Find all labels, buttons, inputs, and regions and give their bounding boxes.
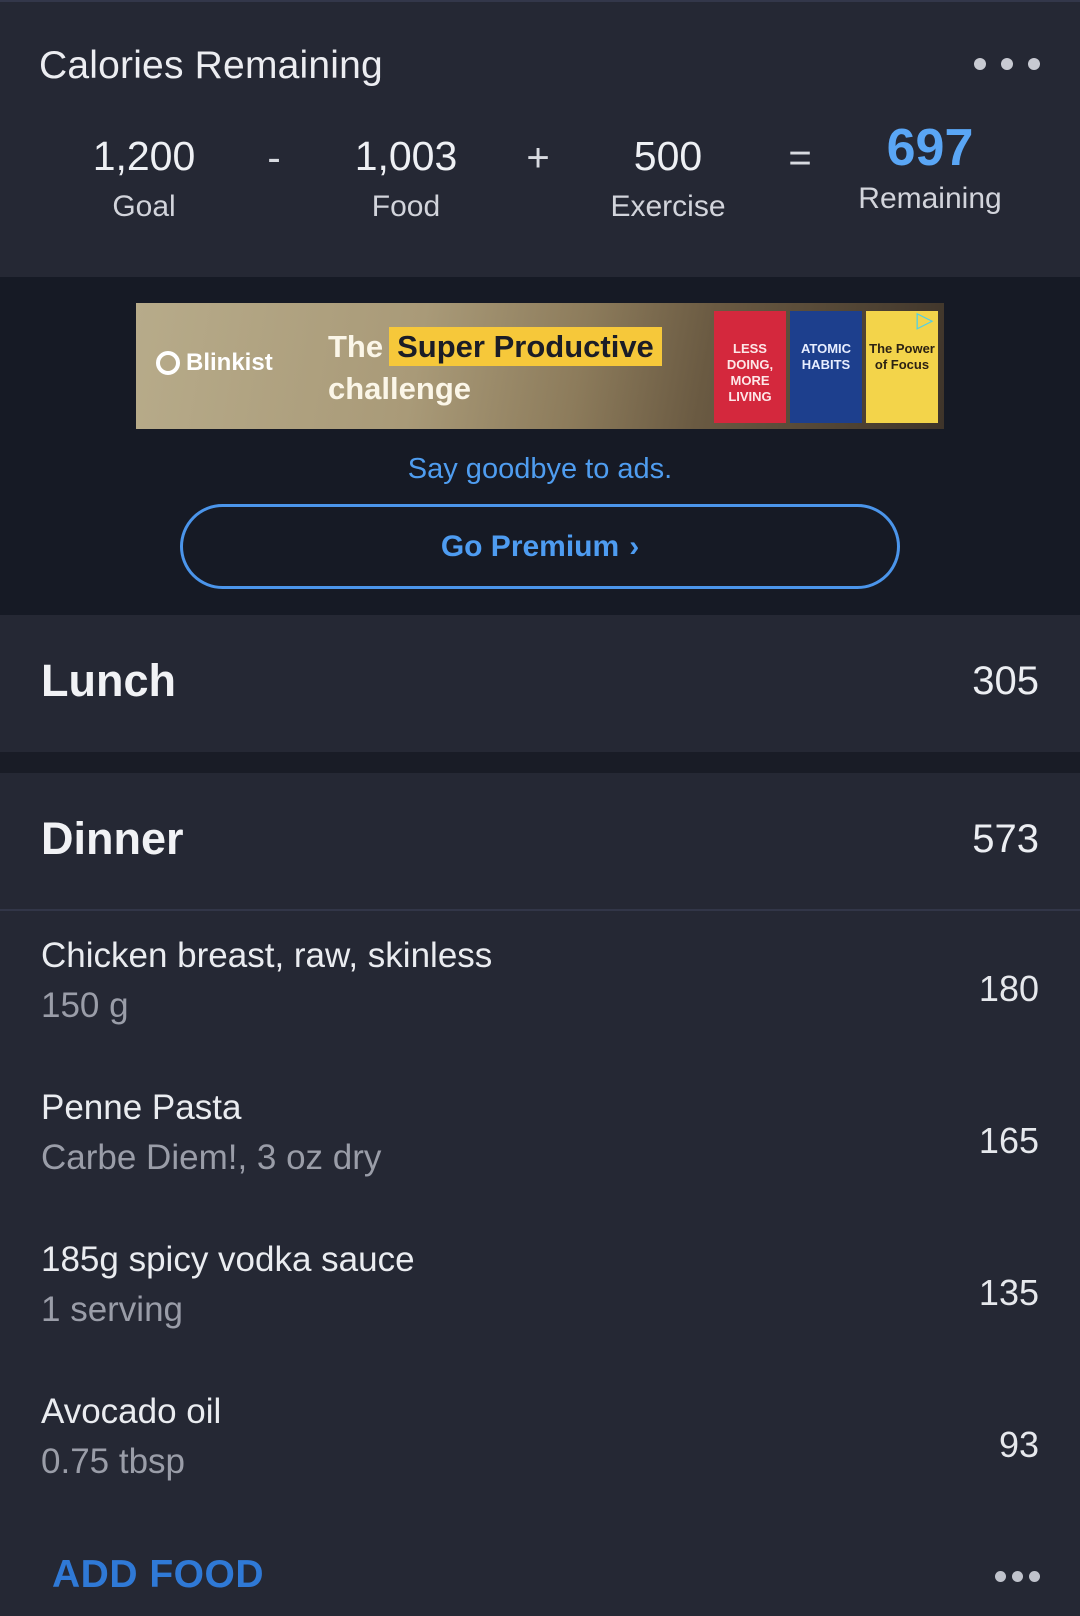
section-separator (0, 752, 1080, 773)
goal-value: 1,200 (92, 133, 196, 179)
exercise-column: 500 Exercise (568, 130, 768, 224)
go-premium-button[interactable]: Go Premium › (180, 504, 900, 589)
remaining-value: 697 (886, 119, 974, 177)
more-horizontal-icon[interactable] (960, 52, 1040, 76)
ad-brand: Blinkist (186, 349, 273, 376)
dinner-header[interactable]: Dinner 573 (0, 773, 1080, 910)
food-value: 1,003 (354, 133, 458, 179)
food-calories: 165 (978, 1120, 1039, 1161)
food-name: 185g spicy vodka sauce (41, 1240, 415, 1279)
ad-choices-icon[interactable]: ▷ (912, 307, 938, 333)
food-serving: 150 g (41, 986, 129, 1025)
more-horizontal-icon[interactable] (980, 1568, 1040, 1584)
add-food-button[interactable]: ADD FOOD (52, 1553, 264, 1597)
ad-book-cover: LESS DOING, MORE LIVING (714, 311, 786, 423)
food-calories: 93 (998, 1424, 1039, 1465)
food-name: Penne Pasta (41, 1088, 242, 1127)
exercise-value: 500 (633, 133, 703, 179)
calories-remaining-card[interactable]: Calories Remaining 1,200 Goal - 1,003 Fo… (0, 0, 1080, 277)
food-label: Food (371, 190, 441, 223)
ad-headline-highlight: Super Productive (389, 327, 662, 366)
food-item[interactable]: 185g spicy vodka sauce 1 serving 135 (0, 1218, 1080, 1368)
food-serving: Carbe Diem!, 3 oz dry (41, 1138, 382, 1177)
remaining-column: 697 Remaining (830, 122, 1030, 216)
exercise-label: Exercise (610, 190, 726, 223)
blinkist-logo-icon (156, 351, 180, 375)
meal-total-calories: 573 (972, 817, 1039, 861)
divider (0, 909, 1080, 911)
minus-sign: - (267, 136, 281, 180)
plus-sign: + (526, 136, 550, 180)
equals-sign: = (788, 136, 812, 180)
ad-headline-line2: challenge (328, 371, 471, 406)
food-name: Chicken breast, raw, skinless (41, 936, 493, 975)
diary-page: Calories Remaining 1,200 Goal - 1,003 Fo… (0, 0, 1080, 1616)
food-column: 1,003 Food (306, 130, 506, 224)
food-item[interactable]: Penne Pasta Carbe Diem!, 3 oz dry 165 (0, 1066, 1080, 1216)
chevron-right-icon: › (629, 529, 640, 563)
food-name: Avocado oil (41, 1392, 222, 1431)
remove-ads-link[interactable]: Say goodbye to ads. (0, 453, 1080, 486)
food-item[interactable]: Avocado oil 0.75 tbsp 93 (0, 1370, 1080, 1520)
calories-title: Calories Remaining (39, 44, 383, 87)
food-item[interactable]: Chicken breast, raw, skinless 150 g 180 (0, 914, 1080, 1064)
go-premium-label: Go Premium (440, 529, 620, 563)
food-serving: 1 serving (41, 1290, 184, 1329)
ad-headline-prefix: The (328, 329, 384, 364)
ad-section: Blinkist The Super Productive challenge L… (0, 277, 1080, 615)
goal-column: 1,200 Goal (44, 130, 244, 224)
goal-label: Goal (112, 190, 176, 223)
food-calories: 180 (978, 968, 1039, 1009)
food-serving: 0.75 tbsp (41, 1442, 185, 1481)
ad-banner[interactable]: Blinkist The Super Productive challenge L… (136, 303, 944, 429)
ad-headline: The Super Productive (328, 327, 662, 366)
remaining-label: Remaining (858, 182, 1002, 215)
meal-name: Lunch (41, 655, 176, 706)
lunch-header[interactable]: Lunch 305 (0, 615, 1080, 752)
meal-total-calories: 305 (972, 659, 1039, 703)
ad-book-cover: ATOMIC HABITS (790, 311, 862, 423)
meal-name: Dinner (41, 813, 184, 864)
food-calories: 135 (978, 1272, 1039, 1313)
blinkist-logo: Blinkist (156, 349, 273, 377)
